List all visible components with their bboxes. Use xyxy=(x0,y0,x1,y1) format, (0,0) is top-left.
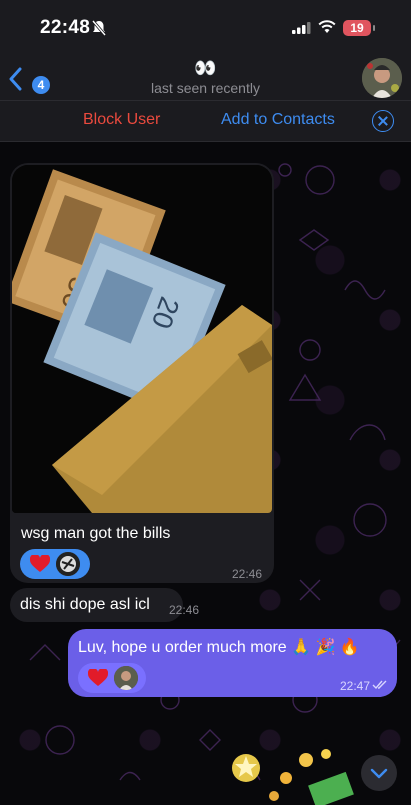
reactor-avatar xyxy=(56,552,80,576)
scroll-down-button[interactable] xyxy=(361,755,397,791)
status-bar: 22:48 19 xyxy=(0,0,411,56)
incoming-message[interactable]: dis shi dope asl icl 22:46 xyxy=(10,588,199,622)
chat-title[interactable]: 👀 xyxy=(0,58,411,79)
reactions[interactable] xyxy=(20,549,90,579)
reactions[interactable] xyxy=(78,663,146,693)
chevron-down-icon xyxy=(370,768,388,779)
banknotes-photo: 50 20 xyxy=(12,165,272,513)
message-text: dis shi dope asl icl xyxy=(20,596,150,613)
message-time: 22:47 xyxy=(340,679,371,693)
message-photo[interactable]: 50 20 xyxy=(12,165,272,513)
photo-message[interactable]: 50 20 wsg man got the bills 22:46 xyxy=(10,163,274,583)
battery-icon: 19 xyxy=(343,20,375,36)
message-text: Luv, hope u order much more 🙏 🎉 🔥 xyxy=(78,639,360,656)
message-time: 22:46 xyxy=(169,603,200,617)
double-check-icon xyxy=(372,680,387,690)
action-bar: Block User Add to Contacts xyxy=(0,100,411,142)
wifi-icon xyxy=(318,20,336,33)
heart-icon xyxy=(88,669,108,686)
mute-icon xyxy=(92,20,106,36)
close-icon[interactable] xyxy=(372,110,394,132)
avatar-image xyxy=(362,58,402,98)
status-time: 22:48 xyxy=(40,17,91,38)
chat-header: 4 👀 last seen recently xyxy=(0,56,411,100)
chat-subtitle: last seen recently xyxy=(151,80,260,96)
heart-icon xyxy=(30,555,50,572)
message-caption: wsg man got the bills xyxy=(21,525,171,542)
add-to-contacts-button[interactable]: Add to Contacts xyxy=(221,111,335,129)
signal-icon xyxy=(292,22,311,34)
contact-avatar[interactable] xyxy=(362,58,402,98)
reactor-avatar xyxy=(114,666,138,690)
block-user-button[interactable]: Block User xyxy=(83,111,160,129)
message-time: 22:46 xyxy=(232,567,263,581)
battery-level: 19 xyxy=(350,21,364,35)
outgoing-message[interactable]: Luv, hope u order much more 🙏 🎉 🔥 22:47 xyxy=(68,629,397,697)
sticker-animation xyxy=(232,749,354,805)
